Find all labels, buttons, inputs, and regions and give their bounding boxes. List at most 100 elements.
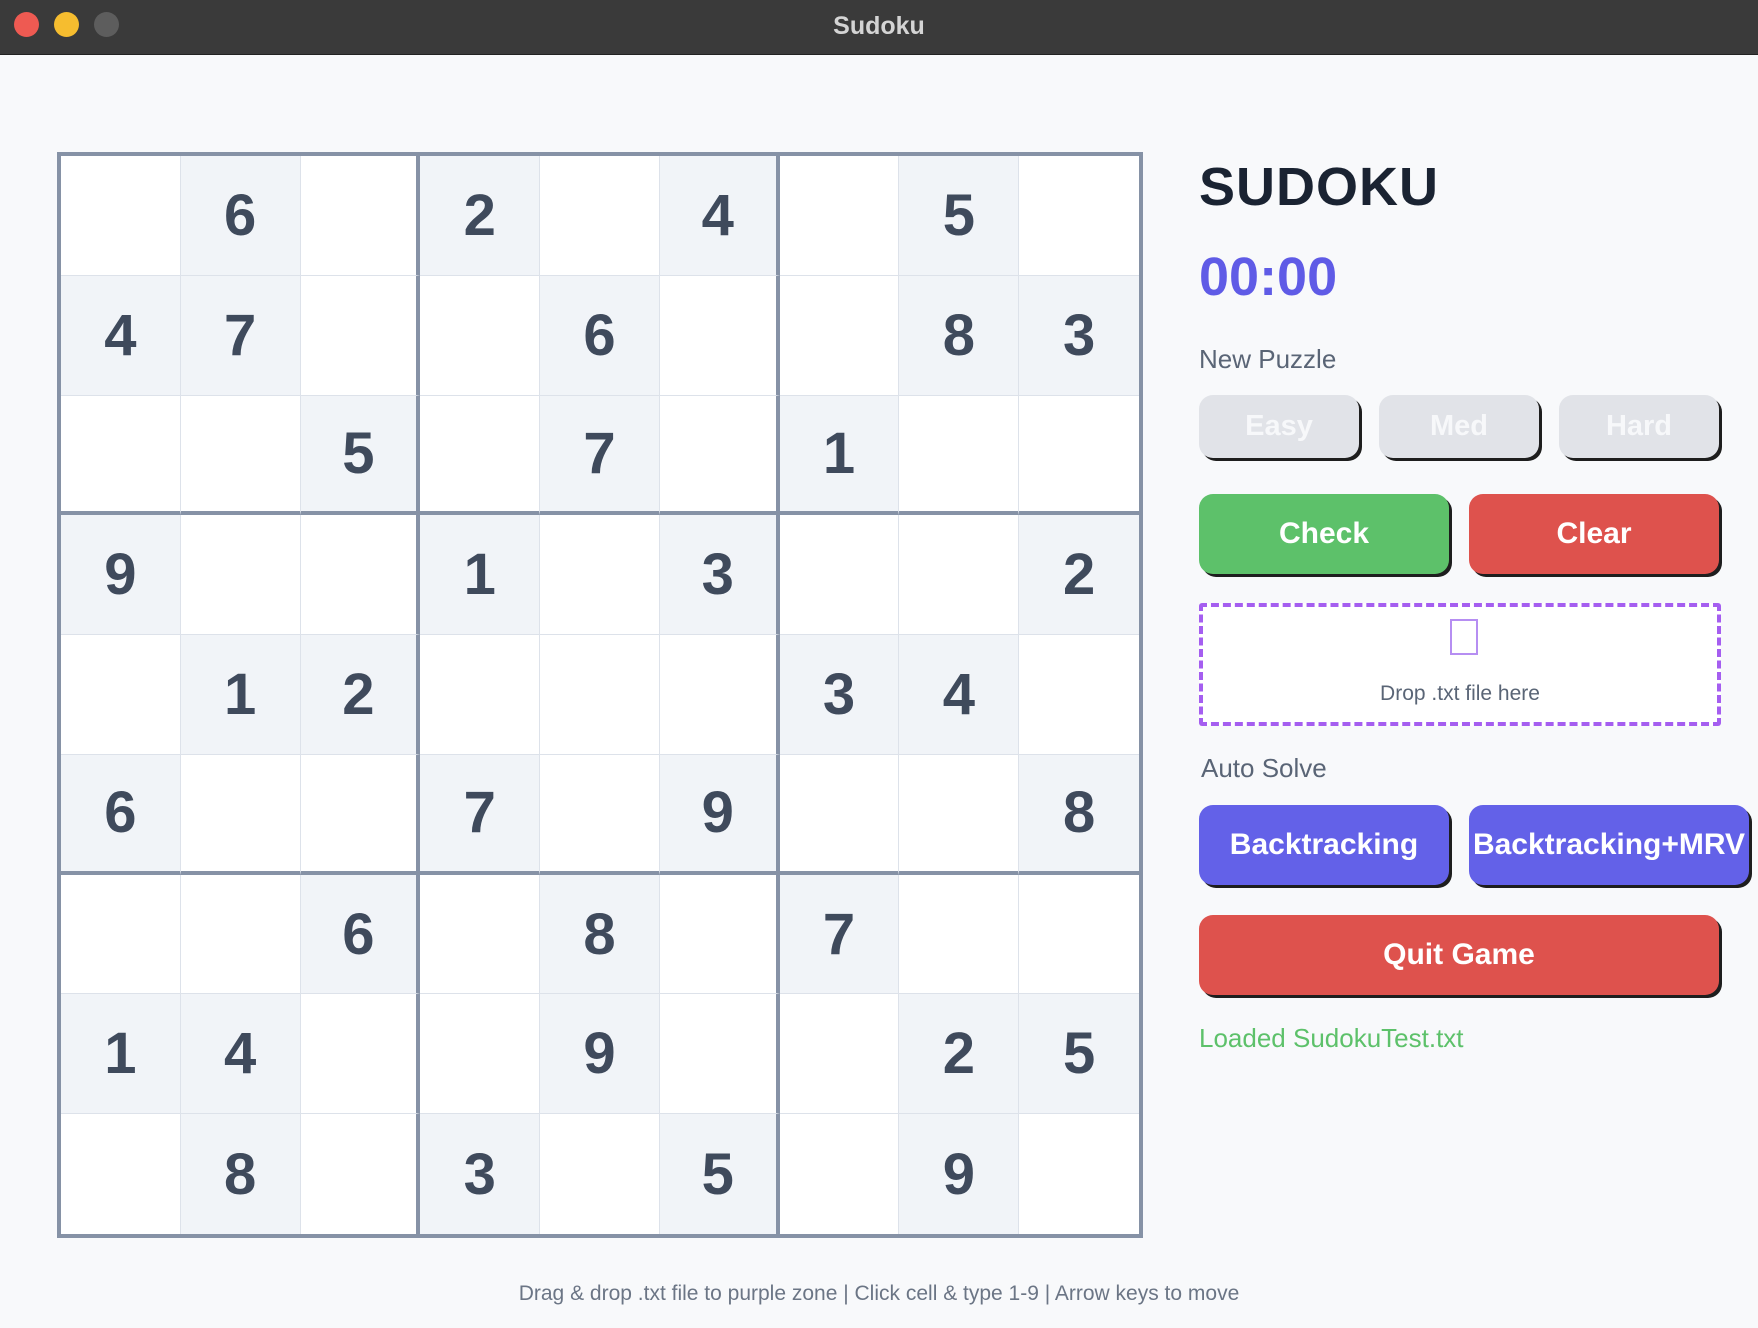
file-icon (1450, 619, 1478, 655)
sudoku-cell[interactable]: 6 (540, 275, 660, 396)
sudoku-cell[interactable]: 1 (61, 994, 181, 1115)
sudoku-cell[interactable] (180, 754, 301, 875)
check-button[interactable]: Check (1199, 494, 1449, 574)
sudoku-cell[interactable] (659, 635, 780, 755)
sudoku-cell[interactable] (1019, 875, 1139, 995)
sudoku-cell[interactable] (659, 395, 780, 516)
sudoku-cell[interactable] (659, 874, 780, 995)
sudoku-cell[interactable]: 1 (779, 395, 900, 516)
hard-button[interactable]: Hard (1559, 395, 1719, 458)
sudoku-cell[interactable] (540, 1114, 660, 1234)
sudoku-cell[interactable] (180, 874, 301, 995)
sudoku-cell[interactable] (779, 156, 900, 276)
sudoku-cell[interactable]: 4 (180, 994, 301, 1115)
sudoku-cell[interactable] (540, 515, 660, 636)
sudoku-cell[interactable] (61, 1114, 181, 1234)
sudoku-cell[interactable] (540, 635, 660, 755)
sudoku-cell[interactable] (180, 515, 301, 636)
sudoku-cell[interactable] (1019, 156, 1139, 276)
help-footer: Drag & drop .txt file to purple zone | C… (518, 1282, 1240, 1305)
backtracking-button[interactable]: Backtracking (1199, 805, 1449, 885)
sudoku-cell[interactable] (1019, 396, 1139, 516)
sudoku-cell[interactable]: 8 (1019, 754, 1139, 875)
sudoku-cell[interactable] (420, 994, 541, 1115)
sudoku-cell[interactable]: 3 (420, 1114, 541, 1234)
sudoku-cell[interactable] (899, 395, 1020, 516)
sudoku-cell[interactable]: 3 (1019, 275, 1139, 396)
sudoku-cell[interactable]: 1 (180, 635, 301, 755)
sudoku-cell[interactable]: 9 (659, 754, 780, 875)
sudoku-cell[interactable] (779, 994, 900, 1115)
sudoku-cell[interactable]: 6 (61, 754, 181, 875)
sudoku-cell[interactable] (420, 395, 541, 516)
sudoku-cell[interactable]: 7 (420, 754, 541, 875)
med-button[interactable]: Med (1379, 395, 1539, 458)
quit-game-button[interactable]: Quit Game (1199, 915, 1719, 995)
sudoku-cell[interactable] (659, 994, 780, 1115)
sudoku-cell[interactable]: 6 (300, 874, 421, 995)
sudoku-cell[interactable] (1019, 1114, 1139, 1234)
easy-button[interactable]: Easy (1199, 395, 1359, 458)
sudoku-cell[interactable]: 8 (540, 874, 660, 995)
sudoku-cell[interactable]: 4 (659, 156, 780, 276)
sudoku-cell[interactable]: 5 (659, 1114, 780, 1234)
sudoku-cell[interactable] (301, 1114, 421, 1234)
sudoku-cell[interactable]: 7 (180, 275, 301, 396)
sudoku-cell[interactable]: 8 (180, 1114, 301, 1234)
sudoku-cell[interactable]: 5 (1019, 994, 1139, 1115)
sudoku-cell[interactable]: 7 (779, 874, 900, 995)
sudoku-cell[interactable]: 5 (300, 395, 421, 516)
sudoku-cell[interactable]: 8 (899, 275, 1020, 396)
sudoku-cell[interactable]: 2 (300, 635, 421, 755)
sudoku-cell[interactable] (420, 874, 541, 995)
sudoku-cell[interactable] (899, 754, 1020, 875)
sudoku-cell[interactable] (300, 994, 421, 1115)
sudoku-cell[interactable] (540, 754, 660, 875)
sudoku-cell[interactable] (780, 1114, 900, 1234)
timer: 00:00 (1199, 247, 1338, 307)
sudoku-cell[interactable]: 4 (899, 635, 1020, 755)
sudoku-cell[interactable] (61, 395, 181, 516)
clear-button[interactable]: Clear (1469, 494, 1719, 574)
sudoku-cell[interactable]: 2 (1019, 515, 1139, 636)
sudoku-cell[interactable] (420, 635, 541, 755)
sudoku-cell[interactable] (779, 275, 900, 396)
status-message: Loaded SudokuTest.txt (1199, 1023, 1464, 1053)
auto-solve-label: Auto Solve (1201, 753, 1327, 783)
sudoku-cell[interactable] (779, 515, 900, 636)
sudoku-cell[interactable]: 2 (899, 994, 1020, 1115)
new-puzzle-label: New Puzzle (1199, 344, 1337, 374)
sudoku-cell[interactable] (61, 635, 181, 755)
sudoku-cell[interactable] (300, 275, 421, 396)
sudoku-cell[interactable]: 7 (540, 395, 660, 516)
sudoku-cell[interactable] (1019, 635, 1139, 755)
sudoku-cell[interactable] (300, 754, 421, 875)
sudoku-cell[interactable] (180, 395, 301, 516)
sudoku-cell[interactable]: 3 (779, 635, 900, 755)
sudoku-cell[interactable] (420, 275, 541, 396)
sudoku-cell[interactable]: 1 (420, 515, 541, 636)
sudoku-cell[interactable] (540, 156, 660, 276)
sudoku-cell[interactable]: 5 (899, 156, 1020, 276)
sudoku-cell[interactable]: 2 (420, 156, 541, 276)
sudoku-cell[interactable]: 6 (180, 156, 301, 276)
drop-zone-text: Drop .txt file here (1380, 682, 1540, 705)
sudoku-cell[interactable]: 3 (659, 515, 780, 636)
window-title: Sudoku (833, 12, 925, 40)
sudoku-cell[interactable]: 9 (899, 1114, 1020, 1234)
sudoku-cell[interactable]: 9 (61, 515, 181, 636)
sudoku-cell[interactable] (61, 156, 181, 276)
backtracking-mrv-button[interactable]: Backtracking+MRV (1469, 805, 1749, 885)
sudoku-cell[interactable] (899, 515, 1020, 636)
sudoku-board: 624547683571913212346798687149258359 (57, 152, 1143, 1238)
sudoku-cell[interactable] (300, 515, 421, 636)
app-window: Sudoku 624547683571913212346798687149258… (0, 0, 1758, 1328)
sudoku-cell[interactable] (659, 275, 780, 396)
sudoku-cell[interactable] (300, 156, 421, 276)
sudoku-cell[interactable] (779, 754, 900, 875)
sudoku-cell[interactable]: 9 (540, 994, 660, 1115)
sudoku-cell[interactable] (899, 874, 1020, 995)
sudoku-cell[interactable]: 4 (61, 275, 181, 396)
sudoku-cell[interactable] (61, 874, 181, 995)
file-drop-zone[interactable]: Drop .txt file here (1199, 603, 1721, 726)
